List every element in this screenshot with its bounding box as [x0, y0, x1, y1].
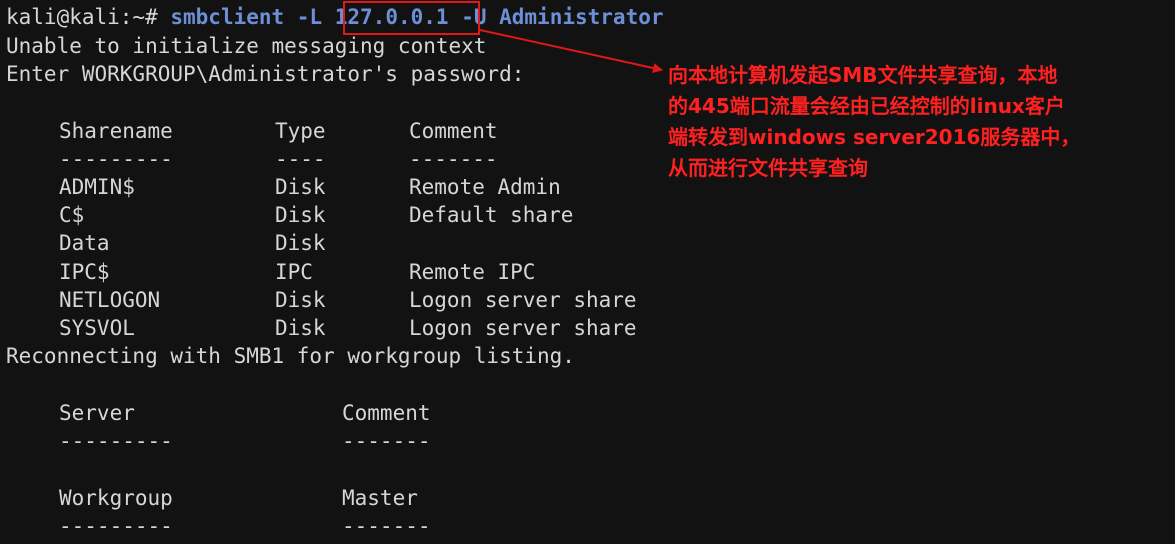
annotation-line: 的445端口流量会经由已经控制的linux客户	[668, 94, 1065, 118]
annotation-note: 向本地计算机发起SMB文件共享查询，本地 的445端口流量会经由已经控制的lin…	[668, 60, 1138, 184]
annotation-line: 向本地计算机发起SMB文件共享查询，本地	[668, 63, 1058, 87]
terminal-window[interactable]: kali@kali:~# smbclient -L 127.0.0.1 -U A…	[0, 0, 1175, 544]
annotation-line: 从而进行文件共享查询	[668, 156, 868, 180]
annotation-line: 端转发到windows server2016服务器中，	[668, 125, 1081, 149]
